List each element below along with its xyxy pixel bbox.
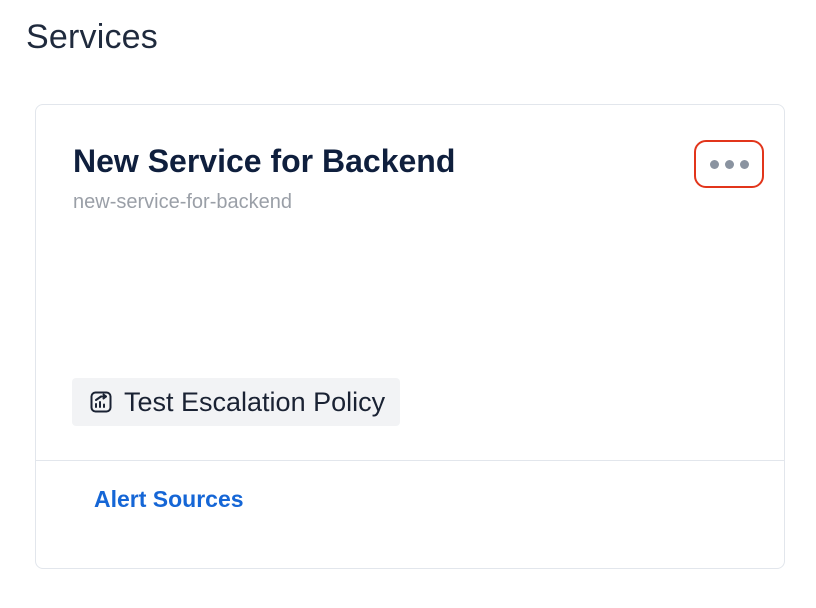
service-card: New Service for Backend new-service-for-… — [35, 104, 785, 569]
services-page: Services New Service for Backend new-ser… — [0, 0, 816, 608]
alert-sources-link[interactable]: Alert Sources — [94, 486, 244, 513]
escalation-policy-tag[interactable]: Test Escalation Policy — [72, 378, 401, 426]
card-divider — [36, 460, 784, 461]
more-horizontal-icon — [709, 159, 749, 169]
more-options-button[interactable] — [694, 140, 764, 188]
page-title: Services — [26, 18, 158, 56]
service-slug: new-service-for-backend — [73, 191, 292, 213]
service-name[interactable]: New Service for Backend — [73, 143, 455, 180]
escalation-policy-icon — [88, 389, 114, 415]
escalation-policy-label: Test Escalation Policy — [124, 386, 386, 417]
